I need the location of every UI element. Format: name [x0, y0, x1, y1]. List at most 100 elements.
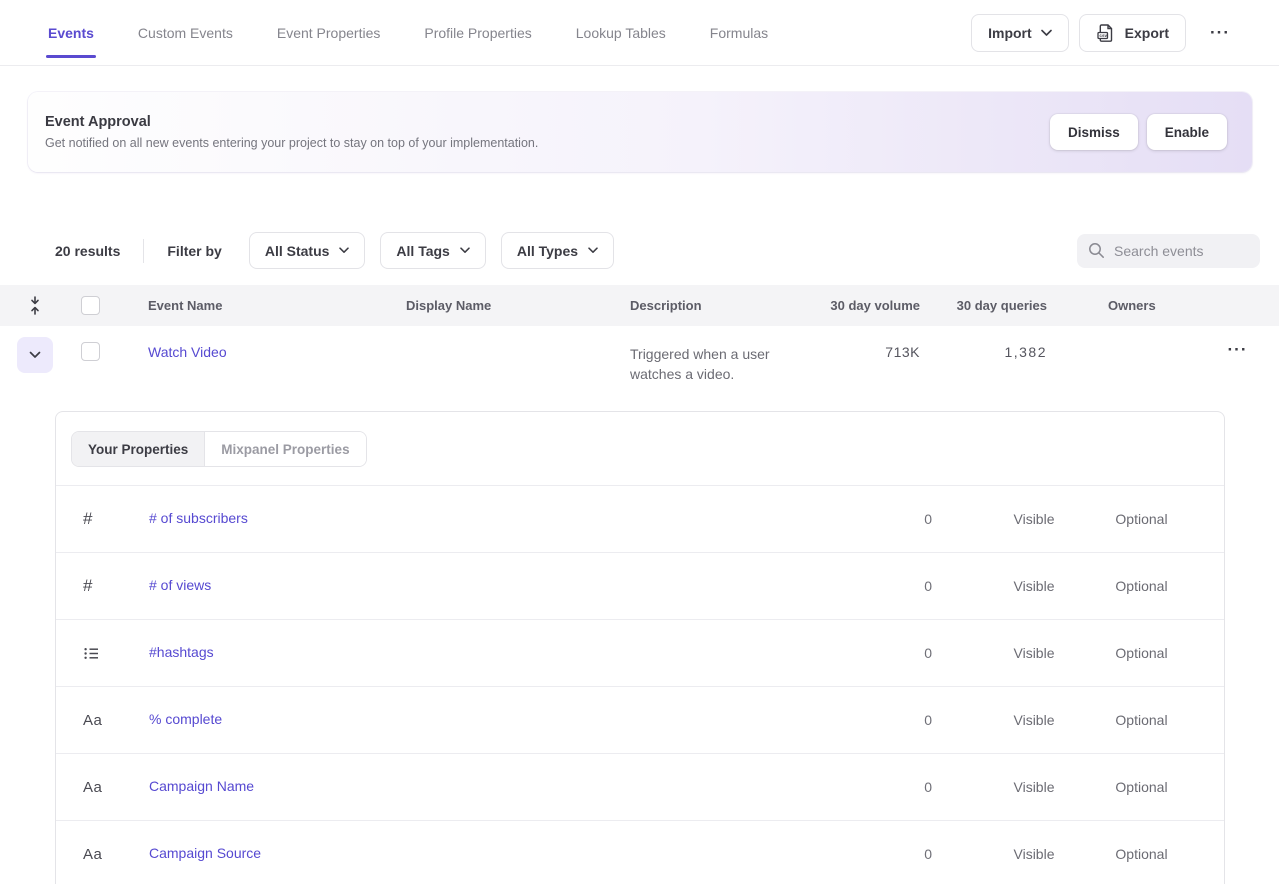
event-name-link[interactable]: Watch Video — [148, 344, 227, 360]
property-sample-count: 0 — [829, 511, 979, 527]
tab-your-properties[interactable]: Your Properties — [72, 432, 205, 466]
column-header-30-day-volume: 30 day volume — [810, 298, 920, 313]
csv-file-icon: csv — [1096, 22, 1116, 43]
tab-event-properties[interactable]: Event Properties — [277, 25, 381, 41]
property-name-link[interactable]: Campaign Source — [149, 845, 261, 861]
results-count: 20 results — [55, 243, 120, 259]
tags-filter-label: All Tags — [396, 243, 449, 259]
chevron-down-icon — [588, 247, 598, 254]
types-filter-dropdown[interactable]: All Types — [501, 232, 614, 269]
property-visibility: Visible — [979, 578, 1089, 594]
property-row: # # of views 0 Visible Optional — [56, 552, 1224, 619]
properties-list: # # of subscribers 0 Visible Optional # — [56, 485, 1224, 884]
event-30-day-queries: 1,382 — [920, 326, 1057, 360]
tab-lookup-tables[interactable]: Lookup Tables — [576, 25, 666, 41]
tags-filter-dropdown[interactable]: All Tags — [380, 232, 485, 269]
chevron-down-icon — [460, 247, 470, 254]
property-row: #hashtags 0 Visible Optional — [56, 619, 1224, 686]
property-name-link[interactable]: #hashtags — [149, 644, 214, 660]
property-requirement: Optional — [1089, 712, 1194, 728]
event-description: Triggered when a user watches a video. — [630, 326, 800, 384]
event-30-day-volume: 713K — [810, 326, 920, 360]
search-events-input[interactable] — [1114, 243, 1244, 259]
property-requirement: Optional — [1089, 511, 1194, 527]
banner-description: Get notified on all new events entering … — [45, 136, 538, 150]
property-type-cell: # — [56, 576, 149, 596]
status-filter-dropdown[interactable]: All Status — [249, 232, 366, 269]
property-type-cell: Aa — [56, 712, 149, 729]
column-header-30-day-queries: 30 day queries — [920, 298, 1057, 313]
property-requirement: Optional — [1089, 578, 1194, 594]
select-all-checkbox[interactable] — [81, 296, 100, 315]
property-name-link[interactable]: # of subscribers — [149, 510, 248, 526]
column-header-event-name: Event Name — [112, 298, 406, 313]
number-type-icon: # — [83, 576, 92, 596]
tab-custom-events[interactable]: Custom Events — [138, 25, 233, 41]
column-header-owners: Owners — [1057, 298, 1190, 313]
lexicon-tab-bar: Events Custom Events Event Properties Pr… — [48, 25, 812, 41]
chevron-down-icon — [1041, 29, 1052, 37]
property-type-cell: # — [56, 509, 149, 529]
number-type-icon: # — [83, 509, 92, 529]
event-owners — [1057, 326, 1190, 344]
search-events-box — [1077, 234, 1260, 268]
property-name-link[interactable]: % complete — [149, 711, 222, 727]
property-visibility: Visible — [979, 846, 1089, 862]
property-type-cell: Aa — [56, 779, 149, 796]
property-sample-count: 0 — [829, 645, 979, 661]
event-row-watch-video: Watch Video Triggered when a user watche… — [0, 326, 1279, 396]
enable-button[interactable]: Enable — [1147, 114, 1227, 150]
chevron-down-icon — [339, 247, 349, 254]
import-button[interactable]: Import — [971, 14, 1069, 52]
property-visibility: Visible — [979, 511, 1089, 527]
property-name-link[interactable]: # of views — [149, 577, 211, 593]
event-display-name — [406, 326, 630, 344]
types-filter-label: All Types — [517, 243, 578, 259]
collapse-row-button[interactable] — [17, 337, 53, 373]
property-sample-count: 0 — [829, 846, 979, 862]
property-visibility: Visible — [979, 712, 1089, 728]
properties-tab-group: Your Properties Mixpanel Properties — [71, 431, 367, 467]
filters-toolbar: 20 results Filter by All Status All Tags… — [0, 232, 1279, 269]
tab-profile-properties[interactable]: Profile Properties — [424, 25, 531, 41]
property-visibility: Visible — [979, 779, 1089, 795]
property-sample-count: 0 — [829, 578, 979, 594]
tab-formulas[interactable]: Formulas — [710, 25, 768, 41]
svg-text:csv: csv — [1099, 33, 1107, 38]
event-properties-panel: Your Properties Mixpanel Properties # # … — [55, 411, 1225, 884]
nav-actions: Import csv Export ··· — [971, 14, 1238, 52]
import-button-label: Import — [988, 25, 1032, 41]
text-type-icon: Aa — [83, 712, 102, 729]
filter-by-label: Filter by — [167, 243, 221, 259]
collapse-all-button[interactable] — [25, 293, 45, 318]
search-icon — [1088, 242, 1105, 259]
export-button-label: Export — [1125, 25, 1169, 41]
property-visibility: Visible — [979, 645, 1089, 661]
tab-mixpanel-properties[interactable]: Mixpanel Properties — [205, 432, 365, 466]
property-row: Aa Campaign Source 0 Visible Optional — [56, 820, 1224, 884]
row-overflow-menu-button[interactable]: ··· — [1220, 336, 1256, 364]
divider — [143, 239, 144, 263]
nav-overflow-menu-button[interactable]: ··· — [1202, 19, 1238, 47]
event-approval-banner: Event Approval Get notified on all new e… — [28, 92, 1252, 172]
property-requirement: Optional — [1089, 779, 1194, 795]
column-header-display-name: Display Name — [406, 298, 630, 313]
status-filter-label: All Status — [265, 243, 330, 259]
export-button[interactable]: csv Export — [1079, 14, 1186, 52]
dismiss-button[interactable]: Dismiss — [1050, 114, 1138, 150]
list-type-icon — [83, 645, 100, 662]
banner-actions: Dismiss Enable — [1050, 114, 1227, 150]
property-type-cell — [56, 645, 149, 662]
property-sample-count: 0 — [829, 712, 979, 728]
property-requirement: Optional — [1089, 645, 1194, 661]
property-row: Aa % complete 0 Visible Optional — [56, 686, 1224, 753]
tab-events[interactable]: Events — [48, 25, 94, 41]
property-requirement: Optional — [1089, 846, 1194, 862]
collapse-all-icon — [27, 295, 43, 316]
property-sample-count: 0 — [829, 779, 979, 795]
property-name-link[interactable]: Campaign Name — [149, 778, 254, 794]
text-type-icon: Aa — [83, 846, 102, 863]
row-checkbox[interactable] — [81, 342, 100, 361]
property-type-cell: Aa — [56, 846, 149, 863]
banner-text: Event Approval Get notified on all new e… — [45, 114, 538, 150]
